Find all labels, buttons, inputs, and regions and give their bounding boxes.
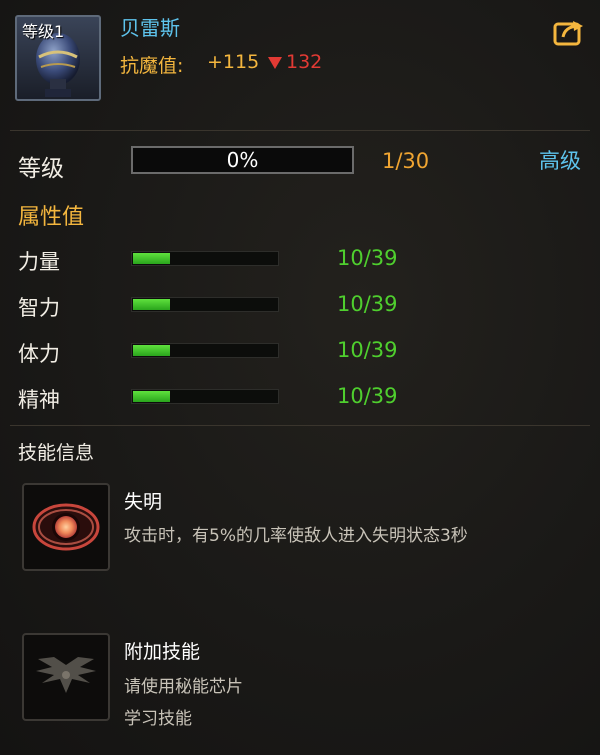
stat-value-spirit: 10/39 bbox=[337, 384, 398, 408]
stat-value-strength: 10/39 bbox=[337, 246, 398, 270]
stat-label-spirit: 精神 bbox=[18, 388, 60, 412]
stat-bar-intelligence bbox=[131, 297, 279, 312]
winged-emblem-icon bbox=[36, 657, 96, 693]
hero-portrait[interactable]: 等级1 bbox=[15, 15, 101, 101]
stat-value-intelligence: 10/39 bbox=[337, 292, 398, 316]
skill-desc-extra-line1: 请使用秘能芯片 bbox=[124, 677, 243, 697]
share-icon[interactable] bbox=[553, 18, 585, 46]
stat-value-stamina: 10/39 bbox=[337, 338, 398, 362]
hero-name: 贝雷斯 bbox=[120, 16, 180, 40]
blind-eye-icon bbox=[32, 503, 100, 551]
skills-title: 技能信息 bbox=[18, 442, 95, 464]
resistance-label: 抗魔值: bbox=[120, 55, 184, 77]
skill-name-blind: 失明 bbox=[124, 491, 163, 513]
stat-label-intelligence: 智力 bbox=[18, 296, 60, 320]
hero-detail-panel: 等级1 贝雷斯 抗魔值: +115 132 等级 0% 1/30 高级 属性值 … bbox=[0, 0, 600, 755]
stat-bar-fill bbox=[133, 345, 170, 356]
resistance-penalty: 132 bbox=[286, 51, 323, 73]
header-divider bbox=[10, 130, 590, 131]
stat-label-stamina: 体力 bbox=[18, 342, 60, 366]
advanced-link[interactable]: 高级 bbox=[539, 145, 581, 175]
stat-bar-fill bbox=[133, 253, 170, 264]
attributes-title: 属性值 bbox=[18, 205, 85, 230]
stat-label-strength: 力量 bbox=[18, 250, 60, 274]
skill-name-extra: 附加技能 bbox=[124, 641, 201, 663]
level-label: 等级 bbox=[18, 156, 64, 182]
resistance-bonus: +115 bbox=[207, 51, 260, 73]
skill-desc-extra-line2: 学习技能 bbox=[124, 709, 192, 729]
attributes-divider bbox=[10, 425, 590, 426]
stat-bar-stamina bbox=[131, 343, 279, 358]
hero-level-badge: 等级1 bbox=[22, 22, 65, 41]
skill-slot-blind[interactable] bbox=[22, 483, 110, 571]
down-arrow-icon bbox=[268, 57, 282, 69]
level-value: 1/30 bbox=[382, 149, 430, 173]
skill-slot-extra[interactable] bbox=[22, 633, 110, 721]
level-progress-text: 0% bbox=[226, 148, 259, 172]
stat-bar-strength bbox=[131, 251, 279, 266]
level-progress-bar: 0% bbox=[131, 146, 354, 174]
stat-bar-spirit bbox=[131, 389, 279, 404]
stat-bar-fill bbox=[133, 391, 170, 402]
stat-bar-fill bbox=[133, 299, 170, 310]
skill-desc-blind: 攻击时，有5%的几率使敌人进入失明状态3秒 bbox=[124, 526, 468, 546]
